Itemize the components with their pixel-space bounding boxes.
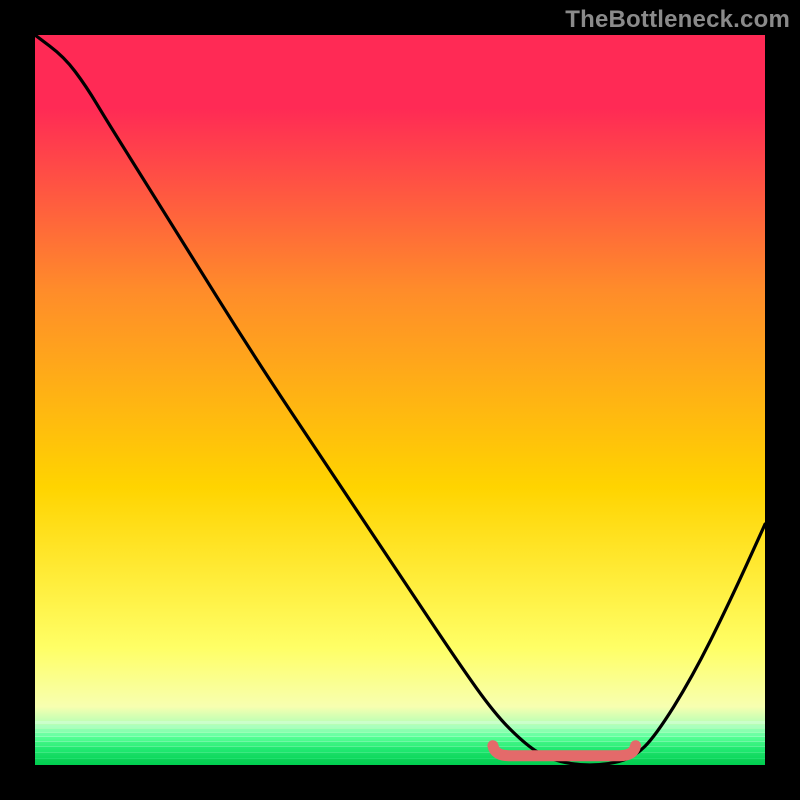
chart-background-gradient: [35, 35, 765, 765]
chart-frame: TheBottleneck.com: [0, 0, 800, 800]
plot-area: [35, 35, 765, 765]
watermark-text: TheBottleneck.com: [565, 6, 790, 34]
chart-svg: [35, 35, 765, 765]
